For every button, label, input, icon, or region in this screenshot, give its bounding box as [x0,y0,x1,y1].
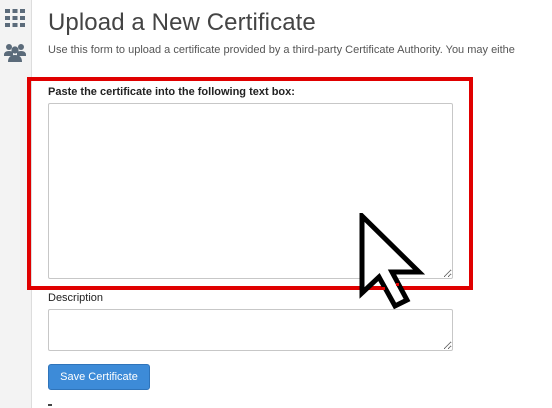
grid-icon[interactable] [4,7,26,29]
description-label: Description [48,292,104,304]
partial-next-label [48,400,72,408]
save-certificate-button[interactable]: Save Certificate [48,364,150,390]
intro-text: Use this form to upload a certificate pr… [48,44,515,56]
description-textarea[interactable] [48,309,453,351]
certificate-label: Paste the certificate into the following… [48,86,295,98]
page-title: Upload a New Certificate [48,9,316,36]
users-icon[interactable] [4,41,26,63]
certificate-textarea[interactable] [48,103,453,279]
left-sidebar [0,0,32,408]
